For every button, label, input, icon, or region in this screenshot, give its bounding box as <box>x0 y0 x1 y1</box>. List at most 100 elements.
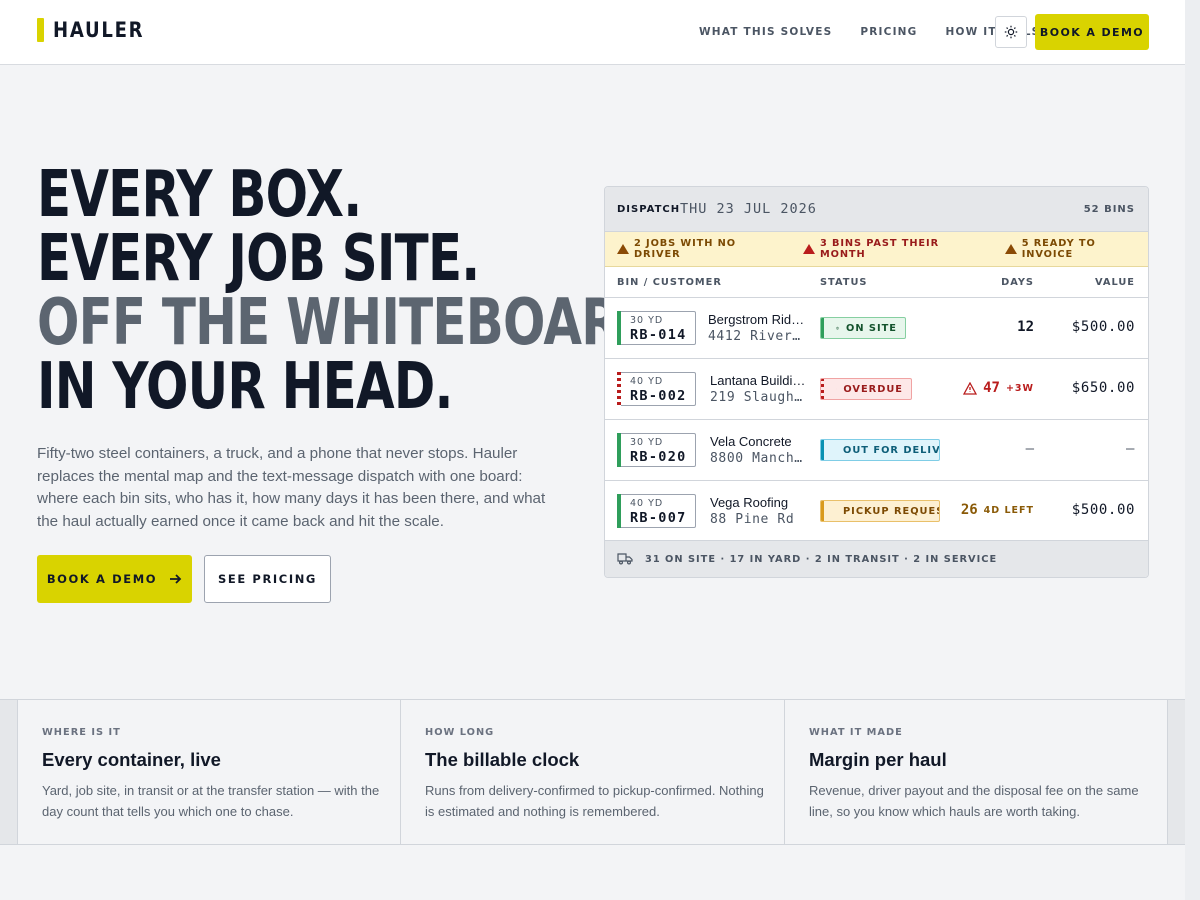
bin-status-stripe <box>617 311 621 345</box>
feature-kicker: WHERE IS IT <box>42 727 121 738</box>
hero-line-3: OFF THE WHITEBOARD <box>37 286 660 360</box>
days-remaining: 4D LEFT <box>983 504 1034 516</box>
alert-text: 5 READY TO INVOICE <box>1021 238 1096 260</box>
bin-size: 40 YD <box>630 498 664 509</box>
customer-address: 219 Slaughter Ln <box>710 390 810 405</box>
bin-status-stripe <box>617 372 621 406</box>
bin-size: 30 YD <box>630 437 664 448</box>
dispatch-board: DISPATCH THU 23 JUL 2026 52 BINS 2 JOBS … <box>604 186 1149 578</box>
customer-name: Vela Concrete <box>710 434 792 449</box>
book-demo-button[interactable]: BOOK A DEMO <box>37 555 192 603</box>
table-row[interactable]: 30 YD RB-020 Vela Concrete 8800 Manchaca… <box>605 420 1148 481</box>
feature-description: Runs from delivery-confirmed to pickup-c… <box>425 783 764 819</box>
col-bin-customer: BIN / CUSTOMER <box>617 277 722 288</box>
customer-address: 88 Pine Rd <box>710 512 795 527</box>
feature-card-what-made: WHAT IT MADE Margin per haul Revenue, dr… <box>784 700 1168 844</box>
book-demo-label: BOOK A DEMO <box>46 572 158 586</box>
warning-triangle-icon <box>617 244 629 254</box>
book-demo-nav-button[interactable]: BOOK A DEMO <box>1035 14 1149 50</box>
bin-code: RB-002 <box>630 388 687 404</box>
alert-bar: 2 JOBS WITH NO DRIVER 3 BINS PAST THEIR … <box>605 232 1148 267</box>
feature-title: Every container, live <box>42 749 221 770</box>
bin-status-stripe <box>617 494 621 528</box>
dispatch-header: DISPATCH THU 23 JUL 2026 52 BINS <box>605 187 1148 232</box>
logo[interactable]: HAULER <box>37 18 159 42</box>
feature-strip: WHERE IS IT Every container, live Yard, … <box>0 699 1185 845</box>
status-bar <box>821 440 824 460</box>
truck-icon <box>617 553 633 565</box>
days-cell: — <box>1026 441 1034 457</box>
status-badge: OVERDUE <box>820 378 912 400</box>
hero-line-2: EVERY JOB SITE. <box>37 222 480 296</box>
nav-link-pricing[interactable]: PRICING <box>860 26 917 38</box>
days-overdue: +3W <box>1005 382 1034 394</box>
customer-name: Vega Roofing <box>710 495 789 510</box>
value-cell: $650.00 <box>1071 380 1135 396</box>
sun-icon <box>1004 25 1018 39</box>
warning-triangle-icon <box>802 244 815 254</box>
bin-tag: 30 YD RB-020 <box>617 433 696 467</box>
feature-title: Margin per haul <box>809 749 947 770</box>
status-text: ON SITE <box>845 322 897 334</box>
status-bar <box>821 379 824 399</box>
logo-mark <box>37 18 44 42</box>
bin-size: 30 YD <box>630 315 664 326</box>
col-value: VALUE <box>1094 277 1135 288</box>
bin-tag: 40 YD RB-007 <box>617 494 696 528</box>
feature-kicker: WHAT IT MADE <box>809 727 903 738</box>
value-cell: $500.00 <box>1071 502 1135 518</box>
theme-toggle-button[interactable] <box>995 16 1027 48</box>
dispatch-footer: 31 ON SITE · 17 IN YARD · 2 IN TRANSIT ·… <box>605 540 1148 577</box>
bin-code: RB-007 <box>630 510 687 526</box>
col-days: DAYS <box>1001 277 1034 288</box>
table-header: BIN / CUSTOMER STATUS DAYS VALUE <box>605 267 1148 298</box>
status-badge: OUT FOR DELIVERY <box>820 439 940 461</box>
hero-title: EVERY BOX. EVERY JOB SITE. OFF THE WHITE… <box>37 163 660 419</box>
hero-description: Fifty-two steel containers, a truck, and… <box>37 445 546 530</box>
map-pin-icon <box>836 326 839 330</box>
customer-cell: Lantana Building Co 219 Slaughter Ln <box>710 373 810 405</box>
customer-cell: Vela Concrete 8800 Manchaca Rd <box>710 434 810 466</box>
dispatch-date: THU 23 JUL 2026 <box>680 201 817 217</box>
dispatch-label: DISPATCH <box>617 204 681 215</box>
alert-ready-invoice[interactable]: 5 READY TO INVOICE <box>1004 238 1148 260</box>
status-bar <box>821 501 824 521</box>
value-cell: — <box>1125 441 1135 457</box>
status-badge: PICKUP REQUESTED <box>820 500 940 522</box>
bin-count: 52 BINS <box>1083 204 1135 215</box>
table-row[interactable]: 30 YD RB-014 Bergstrom Ridge Homes 4412 … <box>605 298 1148 359</box>
customer-cell: Vega Roofing 88 Pine Rd <box>710 495 810 527</box>
hero-line-4: IN YOUR HEAD. <box>37 350 453 424</box>
table-row[interactable]: 40 YD RB-002 Lantana Building Co 219 Sla… <box>605 359 1148 420</box>
page-scrollbar[interactable] <box>1185 0 1200 900</box>
alert-no-driver[interactable]: 2 JOBS WITH NO DRIVER <box>617 238 783 260</box>
table-row[interactable]: 40 YD RB-007 Vega Roofing 88 Pine Rd PIC… <box>605 481 1148 542</box>
feature-description: Revenue, driver payout and the disposal … <box>809 783 1139 819</box>
days-cell: 47 +3W <box>963 380 1034 396</box>
status-badge: ON SITE <box>820 317 906 339</box>
status-text: OUT FOR DELIVERY <box>843 444 940 456</box>
feature-card-where: WHERE IS IT Every container, live Yard, … <box>17 700 401 844</box>
alert-text: 2 JOBS WITH NO DRIVER <box>634 238 737 260</box>
days-value: 12 <box>1017 319 1034 335</box>
nav-links: WHAT THIS SOLVES PRICING HOW IT BILLS <box>699 26 1040 38</box>
customer-cell: Bergstrom Ridge Homes 4412 Riverside Dr <box>708 312 808 344</box>
customer-name: Bergstrom Ridge Homes <box>708 312 808 327</box>
feature-card-how-long: HOW LONG The billable clock Runs from de… <box>400 700 784 844</box>
bin-tag: 30 YD RB-014 <box>617 311 696 345</box>
days-value: — <box>1025 441 1034 457</box>
customer-address: 4412 Riverside Dr <box>708 329 808 344</box>
bin-code: RB-014 <box>630 327 687 343</box>
nav-link-what-this-solves[interactable]: WHAT THIS SOLVES <box>699 26 832 38</box>
status-bar <box>821 318 824 338</box>
bin-status-stripe <box>617 433 621 467</box>
bin-tag: 40 YD RB-002 <box>617 372 696 406</box>
alert-past-month[interactable]: 3 BINS PAST THEIR MONTH <box>802 238 985 260</box>
value-cell: $500.00 <box>1071 319 1135 335</box>
arrow-right-icon <box>170 574 182 584</box>
status-text: PICKUP REQUESTED <box>843 505 939 517</box>
customer-name: Lantana Building Co <box>710 373 810 388</box>
see-pricing-button[interactable]: SEE PRICING <box>204 555 331 603</box>
customer-address: 8800 Manchaca Rd <box>710 451 810 466</box>
top-nav: HAULER WHAT THIS SOLVES PRICING HOW IT B… <box>0 0 1185 65</box>
